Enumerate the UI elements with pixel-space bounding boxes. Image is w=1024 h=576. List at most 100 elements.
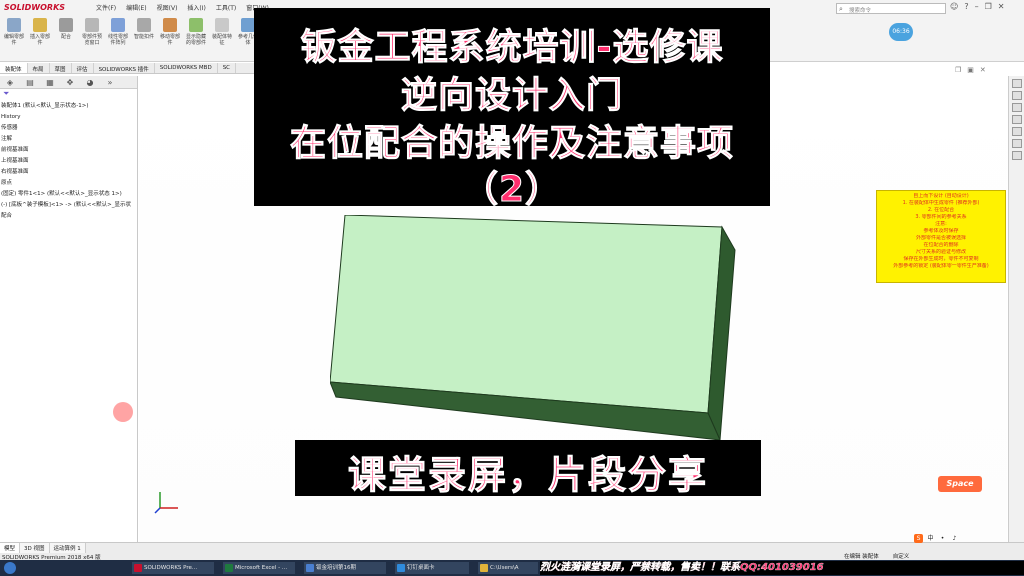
tool-label: 线性零部件阵列 (107, 34, 128, 46)
appearances-icon[interactable] (1012, 127, 1022, 136)
toolbar-button[interactable]: 配合 (54, 18, 78, 50)
taskbar-item[interactable]: C:\Users\A (478, 562, 538, 574)
toolbar-button[interactable]: 装配体特征 (210, 18, 234, 50)
viewport-maximize-icon[interactable]: ▣ (967, 66, 974, 74)
ime-toolbar: S 中 • ♪ (914, 534, 959, 543)
tree-item-root[interactable]: 装配体1 (默认<默认_显示状态-1>) (0, 101, 137, 112)
tree-item-top-plane[interactable]: 上视基准面 (0, 156, 137, 167)
menu-file[interactable]: 文件(F) (96, 3, 116, 12)
property-tab-icon[interactable]: ▤ (20, 76, 40, 89)
toolbar-button[interactable]: 显示隐藏的零部件 (184, 18, 208, 50)
tree-item-history[interactable]: History (0, 112, 137, 123)
viewport-close-icon[interactable]: ✕ (980, 66, 986, 74)
minimize-icon[interactable]: – (975, 2, 979, 11)
tool-icon (7, 18, 21, 32)
tab-layout[interactable]: 布局 (28, 63, 50, 73)
tree-item-sensors[interactable]: 传感器 (0, 123, 137, 134)
config-tab-icon[interactable]: ▦ (40, 76, 60, 89)
resources-icon[interactable] (1012, 79, 1022, 88)
toolbar-button[interactable]: 编辑零部件 (2, 18, 26, 50)
model-tabs: 模型 3D 视图 运动算例 1 (0, 543, 86, 553)
tree-item-origin[interactable]: 原点 (0, 178, 137, 189)
tree-item-part2[interactable]: (-) [底板^装子模板]<1> -> (默认<<默认>_显示状 (0, 200, 137, 211)
tree-item-part1[interactable]: (固定) 零件1<1> (默认<<默认>_显示状态 1>) (0, 189, 137, 200)
more-tabs-icon[interactable]: » (100, 76, 120, 89)
status-units[interactable]: 自定义 (893, 552, 910, 560)
toolbar-button[interactable]: 线性零部件阵列 (106, 18, 130, 50)
view-palette-icon[interactable] (1012, 115, 1022, 124)
start-icon[interactable] (4, 562, 16, 574)
help-icon[interactable]: ? (964, 2, 968, 11)
tab-3d-views[interactable]: 3D 视图 (20, 543, 50, 553)
ime-logo-icon[interactable]: S (914, 534, 923, 543)
menu-tools[interactable]: 工具(T) (216, 3, 236, 12)
search-placeholder: 搜索命令 (849, 8, 872, 14)
note-line: 外部参考的锁定 (装配体零一零件生产准备) (893, 263, 989, 269)
clock-badge: 06:36 (889, 23, 913, 41)
note-line: 1. 在装配体中生成零件 (推荐外部) (902, 200, 980, 206)
filter-icon[interactable]: ⏷ (0, 89, 137, 101)
box-front-face[interactable] (330, 215, 723, 414)
file-explorer-icon[interactable] (1012, 103, 1022, 112)
tree-item-front-plane[interactable]: 前视基准面 (0, 145, 137, 156)
app-icon (480, 564, 488, 572)
tree-item-annotations[interactable]: 注解 (0, 134, 137, 145)
tab-sc[interactable]: SC (218, 63, 237, 73)
toolbar-button[interactable]: 零部件预览窗口 (80, 18, 104, 50)
restore-icon[interactable]: ❐ (985, 2, 992, 11)
overlay-title-line2: 逆向设计入门 (400, 75, 623, 117)
note-line: 2. 在位配合 (927, 207, 955, 213)
taskbar-item[interactable]: 钣金培训第16期 (304, 562, 386, 574)
tree-item-mates[interactable]: 配合 (0, 211, 137, 222)
box-model[interactable] (330, 215, 750, 445)
tool-icon (189, 18, 203, 32)
taskbar-item[interactable]: 钉钉桌面卡 (395, 562, 469, 574)
tree-item-right-plane[interactable]: 右视基准面 (0, 167, 137, 178)
tab-motion-study[interactable]: 运动算例 1 (49, 543, 86, 553)
viewport-restore-icon[interactable]: ❐ (955, 66, 961, 74)
search-icon: ⌕ (839, 5, 843, 13)
taskbar-item[interactable]: Microsoft Excel - ... (223, 562, 295, 574)
note-line: 3. 零部件间的参考关系 (915, 214, 967, 220)
taskbar-item[interactable]: SOLIDWORKS Pre... (132, 562, 214, 574)
tool-icon (215, 18, 229, 32)
design-library-icon[interactable] (1012, 91, 1022, 100)
taskbar-item-label: 钣金培训第16期 (316, 565, 356, 571)
toolbar-button[interactable]: 智能扣件 (132, 18, 156, 50)
tab-model[interactable]: 模型 (0, 543, 21, 553)
tool-label: 编辑零部件 (3, 34, 24, 46)
tool-label: 装配体特征 (211, 34, 232, 46)
menu-view[interactable]: 视图(V) (157, 3, 178, 12)
custom-properties-icon[interactable] (1012, 139, 1022, 148)
note-line: 外部零件是否被误选择 (915, 235, 966, 241)
tab-assembly[interactable]: 装配体 (0, 63, 28, 73)
tab-sketch[interactable]: 草图 (50, 63, 72, 73)
tool-icon (241, 18, 255, 32)
forum-icon[interactable] (1012, 151, 1022, 160)
feature-manager-tree: ◈ ▤ ▦ ✥ ◕ » ⏷ 装配体1 (默认<默认_显示状态-1>) Histo… (0, 76, 138, 542)
close-icon[interactable]: ✕ (998, 2, 1005, 11)
tab-addins[interactable]: SOLIDWORKS 插件 (94, 63, 155, 73)
tool-icon (163, 18, 177, 32)
toolbar-button[interactable]: 移动零部件 (158, 18, 182, 50)
tab-evaluate[interactable]: 评估 (72, 63, 94, 73)
tree-tabs: ◈ ▤ ▦ ✥ ◕ » (0, 76, 137, 89)
solidworks-logo: SOLIDWORKS (4, 3, 66, 12)
user-icon[interactable]: ☺ (950, 2, 958, 11)
menu-insert[interactable]: 插入(I) (187, 3, 205, 12)
tab-mbd[interactable]: SOLIDWORKS MBD (155, 63, 218, 73)
toolbar-button[interactable]: 插入零部件 (28, 18, 52, 50)
tool-label: 零部件预览窗口 (81, 34, 102, 46)
feature-tree-tab-icon[interactable]: ◈ (0, 76, 20, 89)
sticky-note: 自上而下设计 (自动设计) 1. 在装配体中生成零件 (推荐外部) 2. 在位配合 3… (876, 190, 1006, 283)
ime-lang-icon[interactable]: 中 (926, 534, 935, 543)
copyright-banner: 烈火涟漪课堂录屏，严禁转载，售卖！！联系QQ:401039016 (540, 561, 1024, 575)
ime-mic-icon[interactable]: ♪ (950, 534, 959, 543)
ime-punct-icon[interactable]: • (938, 534, 947, 543)
window-controls: ☺ ? – ❐ ✕ (950, 2, 1004, 11)
tool-icon (33, 18, 47, 32)
menu-edit[interactable]: 编辑(E) (126, 3, 146, 12)
display-tab-icon[interactable]: ◕ (80, 76, 100, 89)
search-input[interactable]: ⌕ 搜索命令 (836, 3, 946, 14)
dimxpert-tab-icon[interactable]: ✥ (60, 76, 80, 89)
